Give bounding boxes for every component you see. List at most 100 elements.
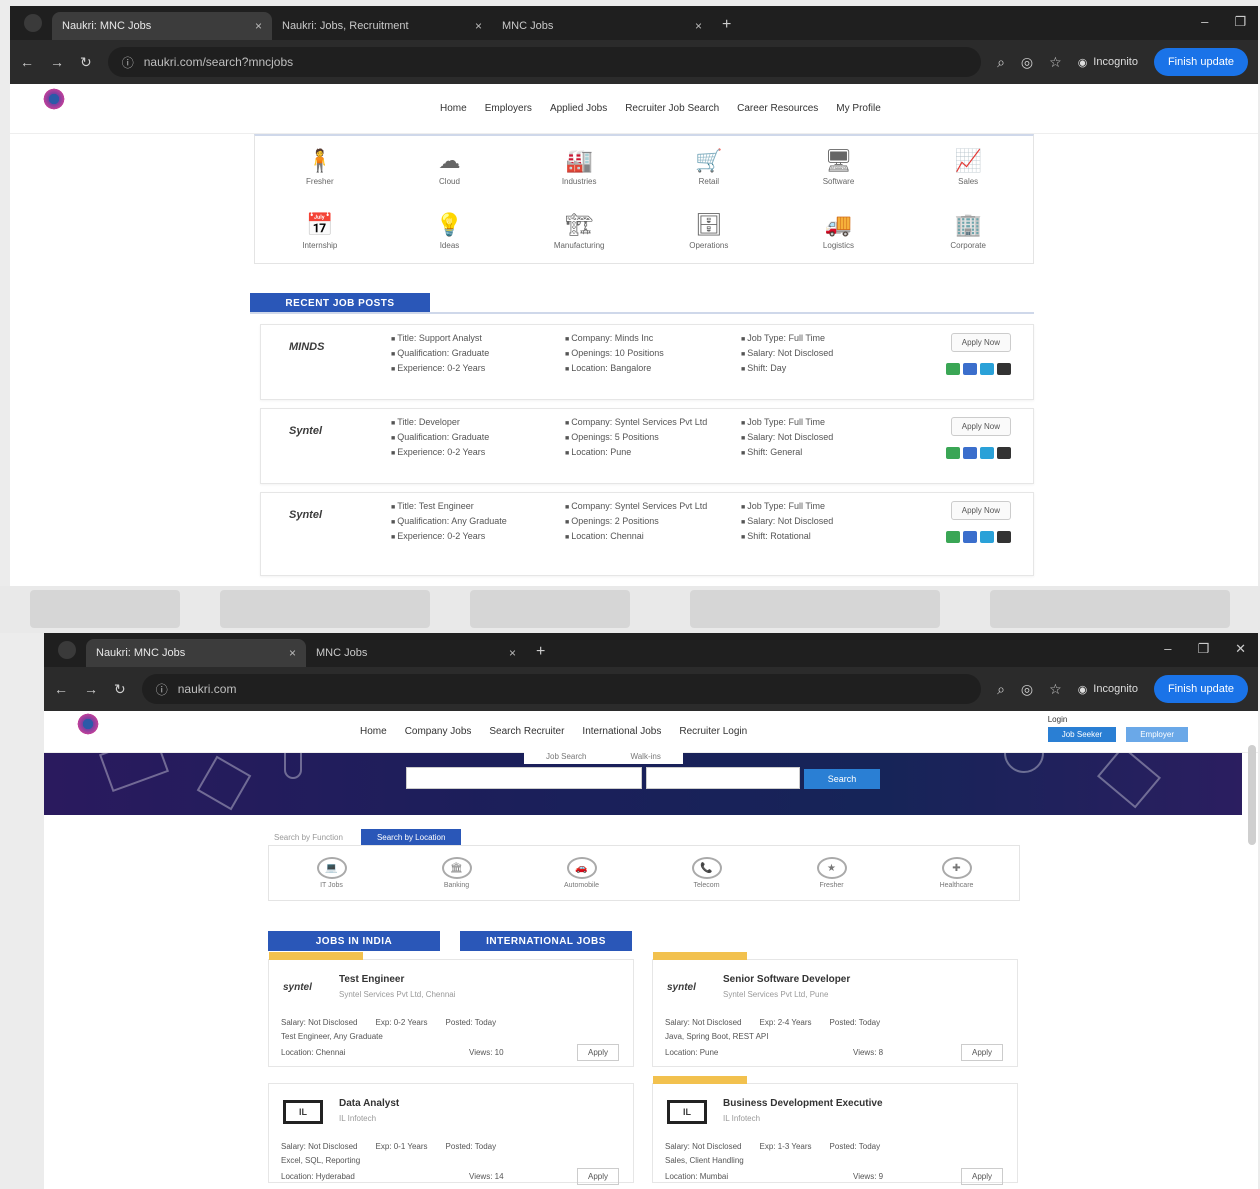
company-logo[interactable]: syntel [667, 982, 696, 993]
tab-jobs-india[interactable]: JOBS IN INDIA [268, 931, 440, 951]
nav-link[interactable]: Applied Jobs [550, 103, 607, 114]
incognito-badge[interactable]: ◉ Incognito [1078, 683, 1138, 696]
job-title[interactable]: Data Analyst [339, 1098, 399, 1109]
site-info-icon[interactable]: ⓘ [122, 54, 134, 71]
job-title[interactable]: Business Development Executive [723, 1098, 883, 1109]
job-card[interactable]: syntel Test Engineer Syntel Services Pvt L… [268, 952, 634, 1067]
minimize-icon[interactable]: – [1201, 14, 1208, 30]
whatsapp-icon[interactable] [946, 531, 960, 543]
apply-button[interactable]: Apply Now [950, 501, 1011, 520]
apply-button[interactable]: Apply [960, 1168, 1003, 1185]
keyword-input[interactable] [406, 767, 642, 789]
forward-icon[interactable]: → [50, 54, 64, 70]
job-title[interactable]: Senior Software Developer [723, 974, 850, 985]
apply-button[interactable]: Apply Now [950, 417, 1011, 436]
minimize-icon[interactable]: – [1164, 641, 1171, 657]
nav-link[interactable]: Employers [485, 103, 532, 114]
twitter-icon[interactable] [980, 447, 994, 459]
facebook-icon[interactable] [963, 363, 977, 375]
filter-item[interactable]: ✚ Healthcare [894, 846, 1019, 900]
close-icon[interactable]: × [509, 646, 516, 660]
twitter-icon[interactable] [980, 363, 994, 375]
company-logo[interactable]: IL [283, 1100, 323, 1124]
filter-item[interactable]: 📞 Telecom [644, 846, 769, 900]
filter-item[interactable]: 🚗 Automobile [519, 846, 644, 900]
job-row[interactable]: Syntel Title: Test Engineer Qualification:… [260, 492, 1034, 576]
page-scrollbar[interactable] [1248, 745, 1256, 845]
maximize-icon[interactable]: ❐ [1197, 641, 1209, 657]
category-item[interactable]: 🧍 Fresher [255, 136, 385, 200]
category-item[interactable]: 📈 Sales [903, 136, 1033, 200]
tab-walkins[interactable]: Walk-ins [608, 749, 683, 764]
category-item[interactable]: 🖥 Software [774, 136, 904, 200]
copy-link-icon[interactable] [997, 447, 1011, 459]
company-logo[interactable]: MINDS [289, 341, 324, 353]
bookmark-icon[interactable]: ☆ [1049, 681, 1062, 698]
close-icon[interactable]: × [695, 19, 702, 33]
zoom-icon[interactable]: ⌕ [997, 54, 1005, 71]
filter-item[interactable]: 💻 IT Jobs [269, 846, 394, 900]
browser-tab[interactable]: Naukri: MNC Jobs × [86, 639, 306, 667]
company-logo[interactable]: IL [667, 1100, 707, 1124]
apply-button[interactable]: Apply [576, 1044, 619, 1061]
nav-link[interactable]: Home [360, 726, 387, 737]
close-icon[interactable]: × [255, 19, 262, 33]
new-tab-button[interactable]: + [536, 643, 545, 661]
whatsapp-icon[interactable] [946, 447, 960, 459]
apply-button[interactable]: Apply Now [950, 333, 1011, 352]
job-row[interactable]: Syntel Title: Developer Qualification: Gra… [260, 408, 1034, 484]
browser-tab[interactable]: Naukri: Jobs, Recruitment × [272, 12, 492, 40]
browser-tab[interactable]: Naukri: MNC Jobs × [52, 12, 272, 40]
window-menu-icon[interactable] [24, 14, 42, 32]
reload-icon[interactable]: ↻ [80, 54, 92, 71]
company-logo[interactable]: syntel [283, 982, 312, 993]
site-logo[interactable] [34, 88, 74, 130]
location-input[interactable] [646, 767, 800, 789]
tab-job-search[interactable]: Job Search [524, 749, 609, 764]
maximize-icon[interactable]: ❐ [1234, 14, 1246, 30]
category-item[interactable]: 🏗 Manufacturing [514, 200, 644, 264]
back-icon[interactable]: ← [54, 681, 68, 697]
category-item[interactable]: 🗄 Operations [644, 200, 774, 264]
facebook-icon[interactable] [963, 447, 977, 459]
bookmark-icon[interactable]: ☆ [1049, 54, 1062, 71]
twitter-icon[interactable] [980, 531, 994, 543]
company-logo[interactable]: Syntel [289, 425, 322, 437]
extension-icon[interactable]: ◎ [1021, 54, 1033, 71]
browser-tab[interactable]: MNC Jobs × [492, 12, 712, 40]
incognito-badge[interactable]: ◉ Incognito [1078, 56, 1138, 69]
copy-link-icon[interactable] [997, 363, 1011, 375]
category-item[interactable]: 🏢 Corporate [903, 200, 1033, 264]
forward-icon[interactable]: → [84, 681, 98, 697]
job-row[interactable]: MINDS Title: Support Analyst Qualification… [260, 324, 1034, 400]
category-item[interactable]: 💡 Ideas [385, 200, 515, 264]
nav-link[interactable]: International Jobs [582, 726, 661, 737]
job-card[interactable]: IL Business Development Executive IL Infot… [652, 1076, 1018, 1185]
tab-by-location[interactable]: Search by Location [360, 829, 462, 846]
copy-link-icon[interactable] [997, 531, 1011, 543]
tab-by-function[interactable]: Search by Function [274, 833, 343, 842]
new-tab-button[interactable]: + [722, 16, 731, 34]
category-item[interactable]: 📅 Internship [255, 200, 385, 264]
facebook-icon[interactable] [963, 531, 977, 543]
window-close-icon[interactable]: ✕ [1235, 641, 1246, 657]
job-title[interactable]: Test Engineer [339, 974, 404, 985]
url-field[interactable]: ⓘ naukri.com [141, 674, 982, 704]
url-field[interactable]: ⓘ naukri.com/search?mncjobs [107, 47, 982, 77]
back-icon[interactable]: ← [20, 54, 34, 70]
nav-link[interactable]: Recruiter Job Search [625, 103, 719, 114]
nav-link[interactable]: Company Jobs [405, 726, 472, 737]
nav-link[interactable]: Recruiter Login [679, 726, 747, 737]
browser-tab[interactable]: MNC Jobs × [306, 639, 526, 667]
apply-button[interactable]: Apply [576, 1168, 619, 1185]
category-item[interactable]: 🏭 Industries [514, 136, 644, 200]
job-card[interactable]: syntel Senior Software Developer Syntel Se… [652, 952, 1018, 1067]
employer-login-button[interactable]: Employer [1126, 727, 1188, 742]
reload-icon[interactable]: ↻ [114, 681, 126, 698]
apply-button[interactable]: Apply [960, 1044, 1003, 1061]
category-item[interactable]: 🚚 Logistics [774, 200, 904, 264]
category-item[interactable]: ☁ Cloud [385, 136, 515, 200]
site-info-icon[interactable]: ⓘ [156, 681, 168, 698]
nav-link[interactable]: My Profile [836, 103, 880, 114]
section-title[interactable]: RECENT JOB POSTS [250, 293, 430, 313]
